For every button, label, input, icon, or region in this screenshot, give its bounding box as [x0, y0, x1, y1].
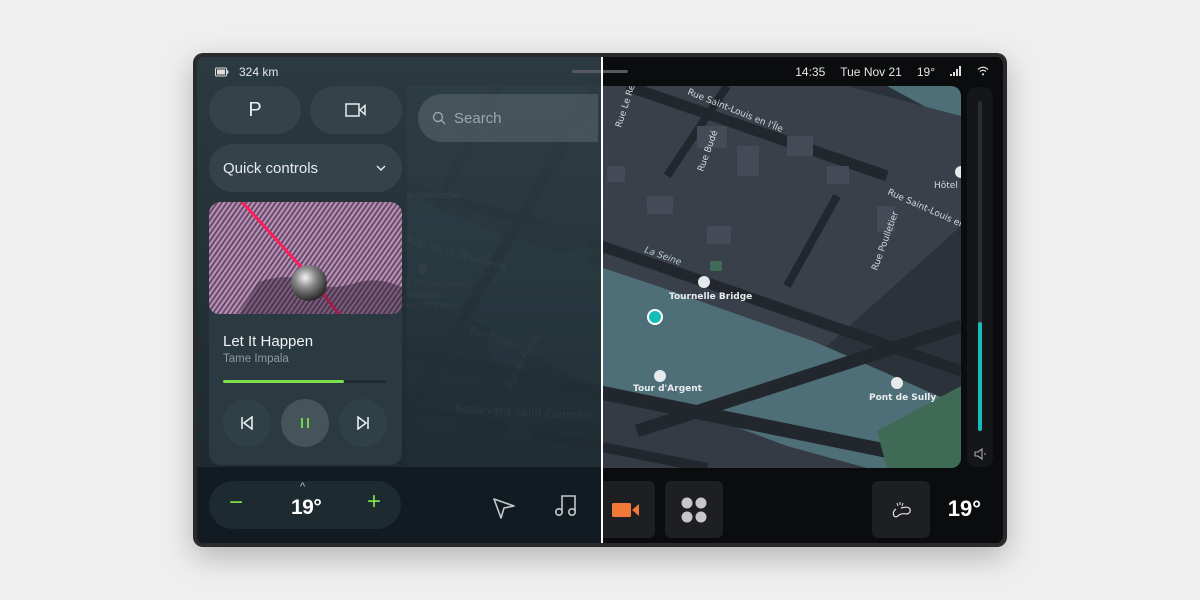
chevron-up-icon[interactable]: ^: [300, 481, 305, 493]
bridge-icon[interactable]: [698, 276, 710, 288]
outside-temperature: 19°: [916, 65, 935, 79]
search-input[interactable]: Search: [418, 94, 598, 142]
drag-handle[interactable]: [572, 70, 628, 73]
signal-icon: [950, 65, 962, 79]
speaker-icon[interactable]: [973, 447, 987, 461]
range-text: 324 km: [239, 65, 279, 79]
map-label: Pont de Sully: [869, 393, 936, 403]
range-indicator: 324 km: [215, 65, 278, 79]
quick-controls-dropdown[interactable]: Quick controls: [209, 144, 402, 192]
volume-fill: [978, 322, 982, 431]
camera-button[interactable]: [597, 481, 655, 538]
search-icon: [432, 111, 446, 125]
track-artist: Tame Impala: [223, 353, 289, 365]
map-label: Tour d'Argent: [633, 384, 703, 394]
battery-icon: [215, 67, 229, 77]
map-label: Hôtel de: [934, 180, 961, 191]
temperature-decrease-button[interactable]: −: [229, 491, 243, 515]
play-pause-button[interactable]: [281, 399, 329, 447]
park-button[interactable]: P: [209, 86, 301, 134]
camera-view-button[interactable]: [310, 86, 402, 134]
volume-track[interactable]: [978, 101, 982, 431]
album-art[interactable]: [209, 202, 402, 314]
quick-controls-label: Quick controls: [223, 159, 319, 177]
temperature-increase-button[interactable]: +: [367, 490, 381, 514]
chevron-down-icon: [376, 165, 386, 171]
volume-slider[interactable]: [967, 87, 993, 467]
skip-previous-icon: [241, 416, 253, 430]
playback-progress[interactable]: [223, 380, 386, 383]
music-note-icon: [554, 495, 577, 516]
split-divider[interactable]: [601, 57, 603, 543]
driver-climate-control: − ^ 19° +: [209, 481, 401, 529]
wifi-icon: [977, 65, 989, 79]
apps-grid-icon: [681, 497, 707, 522]
date: Tue Nov 21: [840, 65, 902, 79]
media-player: Let It Happen Tame Impala: [209, 202, 402, 465]
music-button[interactable]: [553, 492, 579, 523]
wiper-button[interactable]: [872, 481, 930, 538]
next-track-button[interactable]: [339, 399, 387, 447]
park-label: P: [248, 98, 262, 121]
current-location-marker: [647, 309, 663, 325]
passenger-temperature[interactable]: 19°: [948, 496, 981, 522]
previous-track-button[interactable]: [223, 399, 271, 447]
search-placeholder: Search: [454, 109, 502, 127]
pause-icon: [301, 418, 309, 428]
driver-temperature: 19°: [291, 496, 322, 519]
restaurant-icon[interactable]: [654, 370, 666, 382]
apps-button[interactable]: [665, 481, 723, 538]
screen: Rue Le Regrattier Rue Saint-Louis en l'Î…: [197, 57, 1003, 543]
bridge-icon[interactable]: [891, 377, 903, 389]
video-camera-icon: [612, 502, 639, 517]
clock: 14:35: [795, 65, 826, 79]
map-label: Tournelle Bridge: [669, 292, 752, 302]
park-area: [710, 261, 722, 271]
infotainment-display: Rue Le Regrattier Rue Saint-Louis en l'Î…: [193, 53, 1007, 547]
playback-progress-fill: [223, 380, 344, 383]
video-camera-icon: [345, 103, 366, 117]
navigation-arrow-icon: [493, 498, 515, 519]
track-title: Let It Happen: [223, 333, 314, 350]
navigation-button[interactable]: [491, 494, 517, 525]
skip-next-icon: [357, 416, 369, 430]
wiper-icon: [892, 501, 911, 517]
